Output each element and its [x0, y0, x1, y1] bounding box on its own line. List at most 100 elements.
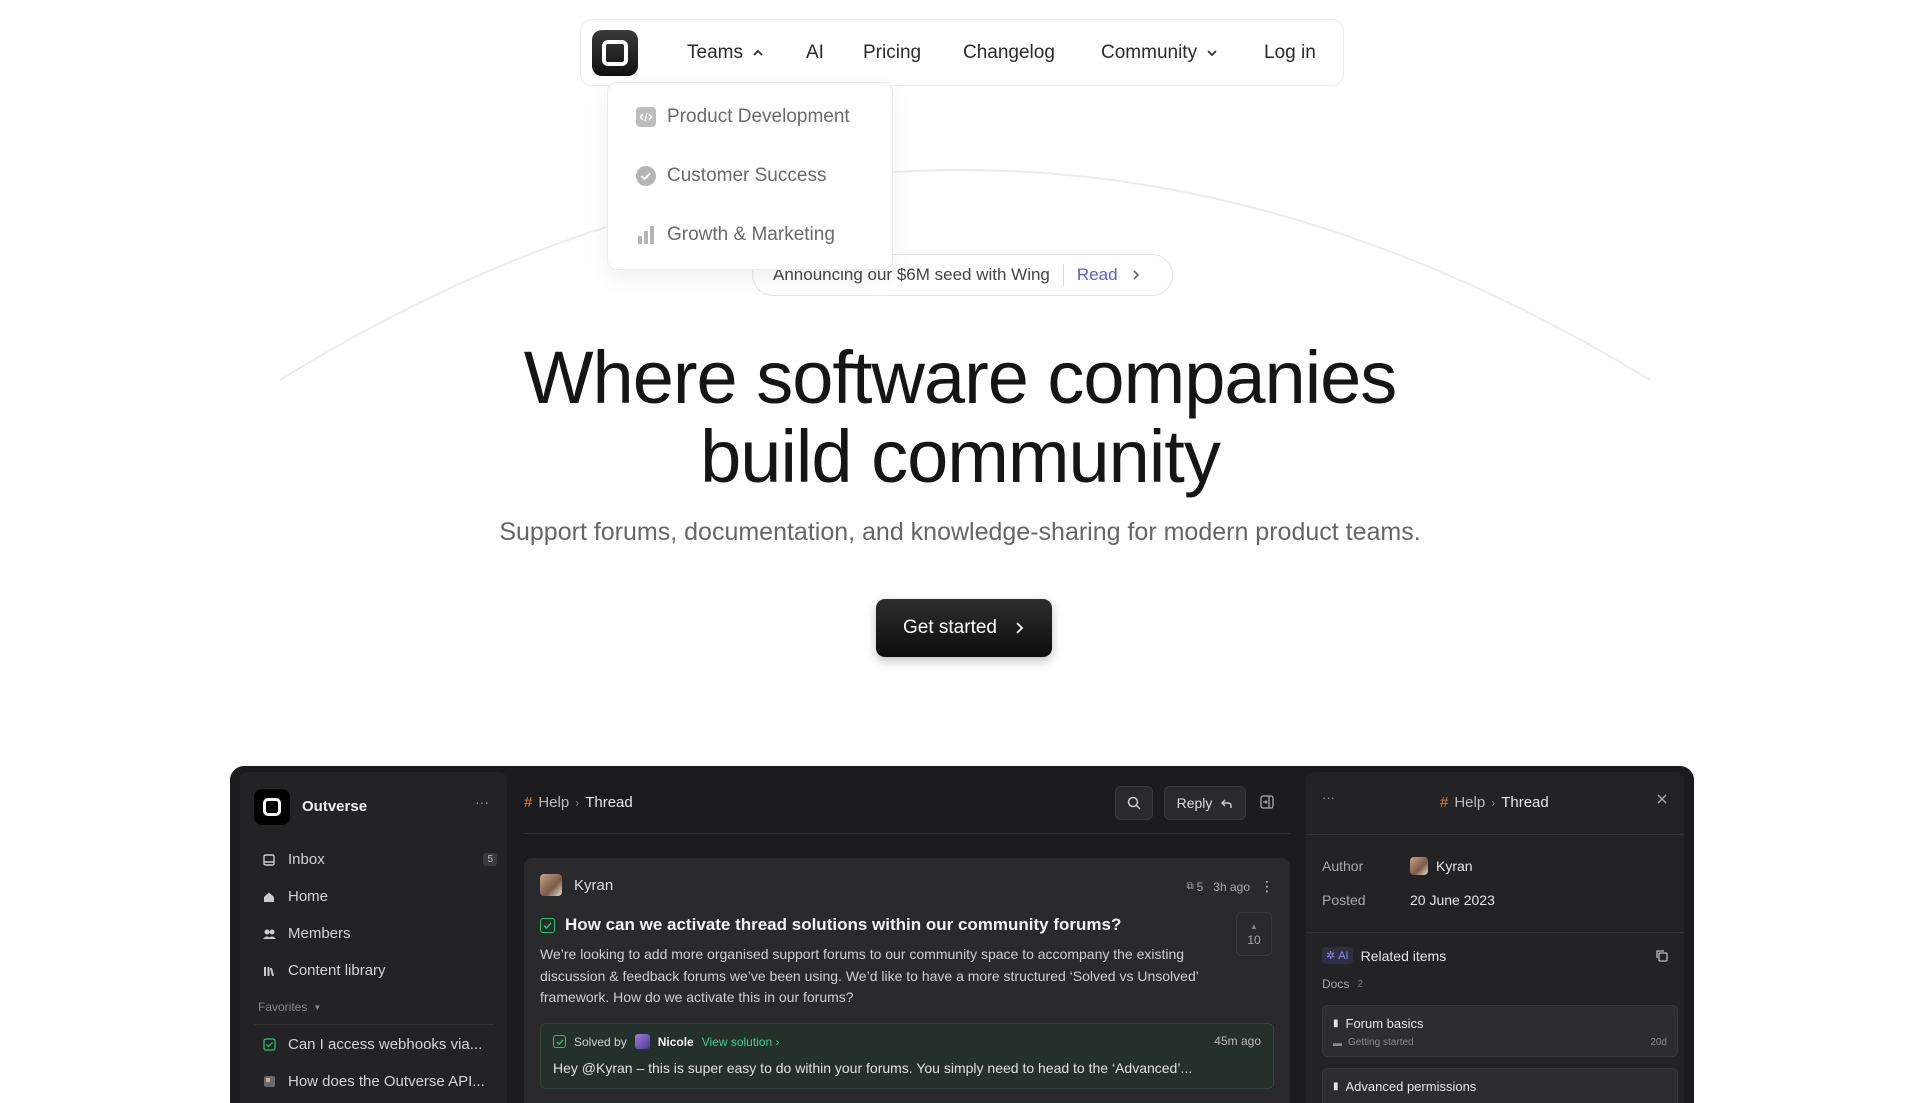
related-doc-card[interactable]: ▮ Forum basics ▬ Getting started 20d — [1322, 1005, 1678, 1057]
favorites-section-label[interactable]: Favorites ▼ — [258, 1000, 321, 1014]
solved-check-icon — [553, 1035, 566, 1048]
inbox-count-badge: 5 — [483, 853, 497, 866]
bar-chart-icon — [635, 225, 656, 246]
upvote-arrow-icon: ▲ — [1250, 921, 1258, 931]
thread-title: How can we activate thread solutions wit… — [540, 915, 1121, 935]
accepted-solution: Solved by Nicole View solution › 45m ago… — [540, 1023, 1274, 1089]
hero-title-line-2: build community — [700, 415, 1221, 498]
doc-folder: ▬ Getting started — [1333, 1037, 1414, 1048]
upvote-button[interactable]: ▲ 10 — [1236, 912, 1272, 956]
nav-ai[interactable]: AI — [806, 42, 824, 64]
thread-details-panel: ··· # Help › Thread Author Kyran Posted … — [1306, 772, 1684, 1103]
caret-down-icon: ▼ — [313, 1002, 322, 1012]
nav-pricing[interactable]: Pricing — [863, 42, 921, 64]
code-icon — [635, 107, 656, 128]
solved-check-icon — [540, 917, 555, 933]
author-row: Author Kyran — [1322, 857, 1473, 875]
doc-title: ▮ Forum basics — [1333, 1016, 1424, 1031]
more-vertical-icon[interactable]: ⋮ — [1260, 878, 1274, 895]
pill-divider — [1062, 264, 1064, 286]
sidebar-item-home[interactable]: Home — [262, 888, 497, 905]
author-value: Kyran — [1410, 857, 1473, 875]
posted-row: Posted 20 June 2023 — [1322, 892, 1495, 908]
nav-community[interactable]: Community — [1101, 42, 1219, 64]
close-icon[interactable] — [1656, 792, 1668, 810]
workspace-name: Outverse — [302, 798, 368, 815]
avatar — [634, 1034, 650, 1049]
more-icon[interactable]: ··· — [475, 794, 489, 810]
sidebar-item-members[interactable]: Members — [262, 925, 497, 942]
doc-title: ▮ Advanced permissions — [1333, 1079, 1477, 1094]
related-items-header: ✲ AI Related items — [1322, 947, 1446, 964]
panel-more-icon[interactable]: ··· — [1322, 790, 1335, 805]
home-icon — [262, 890, 276, 904]
app-sidebar: Outverse ··· Inbox 5 Home Members Conten… — [240, 772, 507, 1103]
hero-title-line-1: Where software companies — [523, 336, 1398, 419]
reply-icon — [1221, 799, 1233, 808]
workspace-logo[interactable] — [254, 789, 290, 825]
members-icon — [262, 927, 276, 941]
sidebar-favorite-item[interactable]: Can I access webhooks via... — [262, 1036, 497, 1053]
docs-section-label: Docs 2 — [1322, 977, 1363, 991]
related-doc-card[interactable]: ▮ Advanced permissions — [1322, 1068, 1678, 1103]
vote-count: 10 — [1247, 932, 1261, 947]
search-button[interactable] — [1115, 786, 1153, 820]
expand-panel-icon[interactable] — [1260, 795, 1274, 814]
chevron-right-icon: › — [1491, 795, 1496, 810]
reply-button[interactable]: Reply — [1164, 786, 1246, 820]
thread-time: 3h ago — [1213, 879, 1250, 894]
announcement-read-link[interactable]: Read — [1077, 265, 1142, 285]
dropdown-item-product-development[interactable]: Product Development — [635, 106, 850, 128]
chevron-right-icon: › — [575, 795, 580, 810]
thread-meta: ⧉ 5 3h ago ⋮ — [1186, 878, 1274, 895]
reply-count-icon: ⧉ — [1186, 881, 1194, 892]
view-solution-link[interactable]: View solution › — [702, 1035, 780, 1049]
check-circle-icon — [635, 166, 656, 187]
thread-icon — [262, 1075, 276, 1089]
header-divider — [524, 833, 1290, 834]
solution-text: Hey @Kyran – this is super easy to do wi… — [553, 1060, 1193, 1076]
panel-divider — [1306, 834, 1684, 835]
solution-time: 45m ago — [1214, 1034, 1261, 1048]
document-icon: ▮ — [1333, 1081, 1339, 1092]
folder-icon: ▬ — [1333, 1037, 1342, 1048]
nav-login[interactable]: Log in — [1264, 42, 1316, 64]
outverse-logo[interactable] — [592, 30, 638, 76]
dropdown-item-growth-marketing[interactable]: Growth & Marketing — [635, 224, 835, 246]
chevron-up-icon — [753, 49, 763, 56]
thread-body: We’re looking to add more organised supp… — [540, 946, 1199, 1005]
solution-header: Solved by Nicole View solution › — [553, 1034, 780, 1049]
sidebar-item-content-library[interactable]: Content library — [262, 962, 497, 979]
teams-dropdown: Product Development Customer Success Gro… — [607, 82, 893, 270]
dropdown-item-customer-success[interactable]: Customer Success — [635, 165, 826, 187]
panel-divider — [1306, 932, 1684, 933]
chevron-right-icon — [1016, 622, 1024, 634]
doc-age: 20d — [1650, 1037, 1667, 1048]
sidebar-divider — [254, 1024, 494, 1025]
library-icon — [262, 964, 276, 978]
breadcrumb-help[interactable]: Help — [1454, 794, 1485, 811]
sidebar-favorite-item[interactable]: How does the Outverse API... — [262, 1073, 497, 1090]
nav-changelog[interactable]: Changelog — [963, 42, 1055, 64]
app-preview: Outverse ··· Inbox 5 Home Members Conten… — [230, 766, 1694, 1103]
avatar — [540, 874, 562, 896]
get-started-button[interactable]: Get started — [876, 599, 1052, 657]
document-icon: ▮ — [1333, 1018, 1339, 1029]
nav-teams[interactable]: Teams — [687, 42, 765, 64]
search-icon — [1127, 796, 1141, 810]
ai-badge: ✲ AI — [1322, 947, 1353, 964]
breadcrumb-thread: Thread — [585, 794, 633, 811]
breadcrumb-help[interactable]: Help — [538, 794, 569, 811]
breadcrumb-thread: Thread — [1501, 794, 1549, 811]
chevron-down-icon — [1207, 50, 1217, 57]
breadcrumb: # Help › Thread — [524, 794, 633, 811]
thread-author[interactable]: Kyran — [540, 874, 613, 896]
solved-thread-icon — [262, 1038, 276, 1052]
chevron-right-icon — [1132, 270, 1139, 280]
copy-icon[interactable] — [1656, 949, 1668, 967]
avatar — [1410, 857, 1428, 875]
top-nav: Teams AI Pricing Changelog Community Log… — [580, 19, 1344, 86]
hero-subtitle: Support forums, documentation, and knowl… — [499, 518, 1421, 546]
posted-value: 20 June 2023 — [1410, 892, 1495, 908]
sidebar-item-inbox[interactable]: Inbox 5 — [262, 851, 497, 868]
